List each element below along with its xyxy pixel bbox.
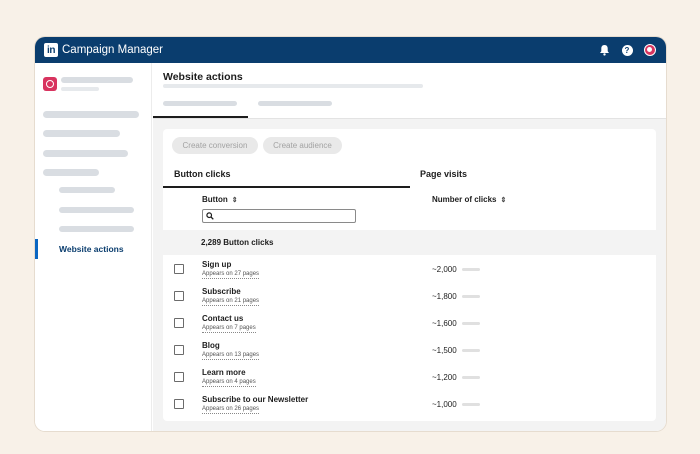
- sidebar-item-placeholder-2[interactable]: [43, 130, 120, 137]
- row-title: Blog: [202, 341, 220, 350]
- profile-avatar[interactable]: [643, 43, 657, 57]
- tab-button-clicks[interactable]: Button clicks: [174, 169, 231, 179]
- column-header-clicks-label: Number of clicks: [432, 195, 497, 204]
- table-row[interactable]: Subscribe Appears on 21 pages ~1,800: [163, 284, 656, 311]
- page-title: Website actions: [163, 71, 243, 83]
- page-header: Website actions: [153, 63, 666, 119]
- create-conversion-button[interactable]: Create conversion: [172, 137, 258, 154]
- page-description-placeholder: [163, 84, 423, 88]
- row-bar: [462, 268, 480, 271]
- table-row[interactable]: Sign up Appears on 27 pages ~2,000: [163, 257, 656, 284]
- help-glyph: ?: [621, 44, 633, 56]
- app-window: in Campaign Manager ? Website actions We…: [35, 37, 666, 431]
- row-bar: [462, 349, 480, 352]
- row-checkbox[interactable]: [174, 264, 184, 274]
- table-row[interactable]: Contact us Appears on 7 pages ~1,600: [163, 311, 656, 338]
- tab-placeholder-2[interactable]: [258, 101, 332, 106]
- row-checkbox[interactable]: [174, 372, 184, 382]
- row-title: Learn more: [202, 368, 246, 377]
- row-bar: [462, 403, 480, 406]
- column-header-clicks[interactable]: Number of clicks ⇕: [432, 195, 506, 204]
- summary-band: 2,289 Button clicks: [163, 230, 656, 255]
- sidebar-subitem-placeholder-2[interactable]: [59, 207, 134, 213]
- tab-page-visits[interactable]: Page visits: [420, 169, 467, 179]
- row-checkbox[interactable]: [174, 318, 184, 328]
- row-checkbox[interactable]: [174, 345, 184, 355]
- row-bar: [462, 376, 480, 379]
- table-row[interactable]: Subscribe to our Newsletter Appears on 2…: [163, 392, 656, 419]
- row-click-count: ~1,600: [432, 319, 457, 328]
- column-header-button[interactable]: Button ⇕: [202, 195, 238, 204]
- button-clicks-summary: 2,289 Button clicks: [201, 238, 274, 247]
- sidebar-item-website-actions[interactable]: Website actions: [59, 244, 124, 254]
- row-title: Subscribe: [202, 287, 241, 296]
- row-bar: [462, 295, 480, 298]
- sidebar-item-placeholder-1[interactable]: [43, 111, 139, 118]
- row-click-count: ~1,800: [432, 292, 457, 301]
- sidebar-item-placeholder-4[interactable]: [43, 169, 99, 176]
- row-click-count: ~2,000: [432, 265, 457, 274]
- row-click-count: ~1,500: [432, 346, 457, 355]
- sidebar-subitem-placeholder-3[interactable]: [59, 226, 134, 232]
- row-pages-link[interactable]: Appears on 27 pages: [202, 271, 260, 279]
- account-id-placeholder: [61, 87, 99, 91]
- help-icon[interactable]: ?: [620, 43, 634, 57]
- row-title: Contact us: [202, 314, 244, 323]
- avatar: [644, 44, 656, 56]
- sort-icon: ⇕: [500, 196, 507, 204]
- section-tab-underline: [163, 186, 410, 188]
- tab-placeholder-1[interactable]: [163, 101, 237, 106]
- row-checkbox[interactable]: [174, 291, 184, 301]
- row-checkbox[interactable]: [174, 399, 184, 409]
- bell-icon[interactable]: [597, 43, 611, 57]
- sidebar: Website actions: [35, 63, 152, 431]
- row-pages-link[interactable]: Appears on 21 pages: [202, 298, 260, 306]
- main-content: Website actions Create conversion Create…: [153, 63, 666, 431]
- row-pages-link[interactable]: Appears on 26 pages: [202, 406, 260, 414]
- account-avatar[interactable]: [43, 77, 57, 91]
- top-bar: in Campaign Manager ?: [35, 37, 666, 63]
- search-input[interactable]: [216, 210, 346, 222]
- search-icon: [206, 212, 214, 220]
- website-actions-card: Create conversion Create audience Button…: [163, 129, 656, 421]
- sidebar-item-placeholder-3[interactable]: [43, 150, 128, 157]
- active-tab-underline: [153, 116, 248, 118]
- row-title: Sign up: [202, 260, 232, 269]
- table-row[interactable]: Learn more Appears on 4 pages ~1,200: [163, 365, 656, 392]
- column-header-button-label: Button: [202, 195, 228, 204]
- row-click-count: ~1,200: [432, 373, 457, 382]
- row-bar: [462, 322, 480, 325]
- table-row[interactable]: Blog Appears on 13 pages ~1,500: [163, 338, 656, 365]
- active-indicator: [35, 239, 38, 259]
- button-search-field[interactable]: [202, 209, 356, 223]
- top-bar-icons: ?: [597, 43, 657, 57]
- sort-icon: ⇕: [231, 196, 238, 204]
- app-title: Campaign Manager: [62, 44, 164, 56]
- linkedin-logo: in: [44, 43, 58, 57]
- row-pages-link[interactable]: Appears on 4 pages: [202, 379, 256, 387]
- row-pages-link[interactable]: Appears on 7 pages: [202, 325, 256, 333]
- row-click-count: ~1,000: [432, 400, 457, 409]
- account-name-placeholder: [61, 77, 133, 83]
- row-title: Subscribe to our Newsletter: [202, 395, 309, 404]
- sidebar-subitem-placeholder-1[interactable]: [59, 187, 115, 193]
- row-pages-link[interactable]: Appears on 13 pages: [202, 352, 260, 360]
- create-audience-button[interactable]: Create audience: [263, 137, 342, 154]
